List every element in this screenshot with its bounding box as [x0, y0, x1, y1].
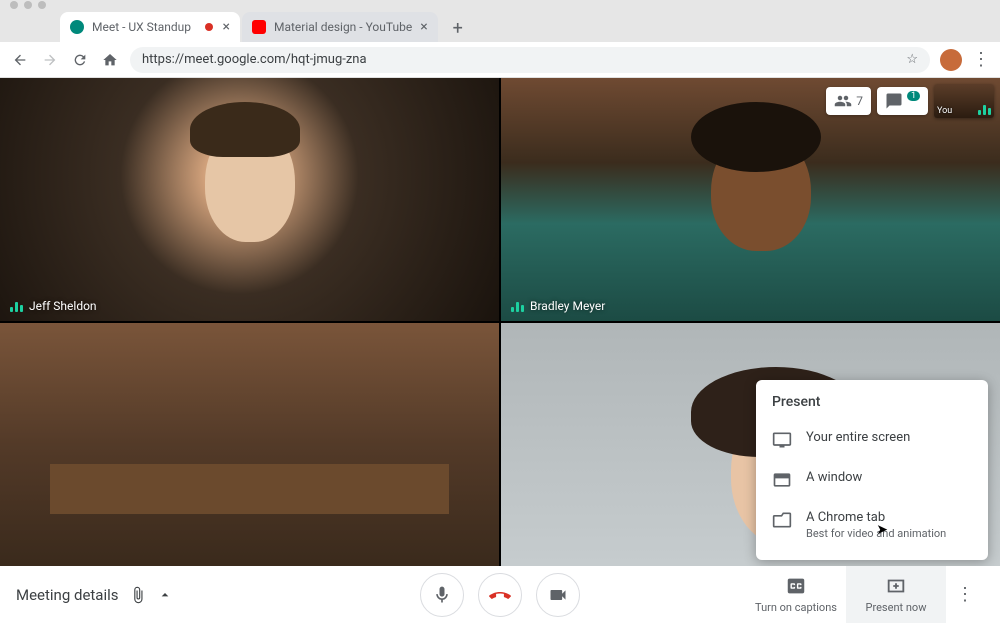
call-controls	[420, 573, 580, 617]
home-button[interactable]	[100, 50, 120, 70]
traffic-light-dot[interactable]	[10, 1, 18, 9]
captions-button[interactable]: Turn on captions	[746, 566, 846, 623]
traffic-light-dot[interactable]	[24, 1, 32, 9]
browser-tabstrip: Meet - UX Standup × Material design - Yo…	[0, 10, 1000, 42]
youtube-favicon-icon	[252, 20, 266, 34]
traffic-light-dot[interactable]	[38, 1, 46, 9]
tab-close-icon[interactable]: ×	[420, 19, 427, 35]
url-text: https://meet.google.com/hqt-jmug-zna	[142, 52, 367, 67]
camera-icon	[548, 585, 568, 605]
tab-title: Meet - UX Standup	[92, 20, 191, 34]
chevron-up-icon	[157, 587, 173, 603]
meet-stage: Jeff Sheldon Bradley Meyer 7	[0, 78, 1000, 566]
people-icon	[834, 92, 852, 110]
forward-button[interactable]	[40, 50, 60, 70]
back-button[interactable]	[10, 50, 30, 70]
mic-icon	[432, 585, 452, 605]
speaking-indicator-icon	[978, 103, 991, 115]
participant-tile[interactable]	[0, 323, 499, 566]
present-option-window[interactable]: A window	[756, 460, 988, 500]
hangup-icon	[488, 583, 512, 607]
tab-icon	[772, 510, 792, 530]
chat-icon	[885, 92, 903, 110]
attachment-icon	[129, 586, 147, 604]
camera-button[interactable]	[536, 573, 580, 617]
browser-tab[interactable]: Material design - YouTube ×	[242, 12, 438, 42]
self-label: You	[937, 106, 952, 116]
window-titlebar	[0, 0, 1000, 10]
present-now-button[interactable]: Present now	[846, 566, 946, 623]
window-icon	[772, 470, 792, 490]
browser-tab-active[interactable]: Meet - UX Standup ×	[60, 12, 240, 42]
participants-button[interactable]: 7	[826, 87, 871, 115]
present-icon	[885, 575, 907, 597]
address-bar[interactable]: https://meet.google.com/hqt-jmug-zna ☆	[130, 47, 930, 73]
monitor-icon	[772, 430, 792, 450]
tab-title: Material design - YouTube	[274, 20, 412, 34]
participant-name-label: Bradley Meyer	[511, 299, 605, 313]
speaking-indicator-icon	[10, 300, 23, 312]
present-menu-title: Present	[756, 394, 988, 420]
hang-up-button[interactable]	[478, 573, 522, 617]
browser-toolbar: https://meet.google.com/hqt-jmug-zna ☆ ⋮	[0, 42, 1000, 78]
recording-indicator-icon	[205, 23, 213, 31]
meet-top-overlay: 7 1 You	[826, 84, 994, 118]
meet-favicon-icon	[70, 20, 84, 34]
meeting-details-button[interactable]: Meeting details	[16, 586, 173, 604]
mute-mic-button[interactable]	[420, 573, 464, 617]
participants-count: 7	[856, 94, 863, 108]
profile-avatar[interactable]	[940, 49, 962, 71]
present-option-entire-screen[interactable]: Your entire screen	[756, 420, 988, 460]
more-options-button[interactable]: ⋮	[946, 584, 984, 605]
bookmark-star-icon[interactable]: ☆	[906, 52, 918, 67]
participant-tile[interactable]: Jeff Sheldon	[0, 78, 499, 321]
meet-bottom-bar: Meeting details Turn on captions Present…	[0, 566, 1000, 623]
participant-name-label: Jeff Sheldon	[10, 299, 97, 313]
self-view-thumbnail[interactable]: You	[934, 84, 994, 118]
present-menu-popup: Present Your entire screen A window A Ch…	[756, 380, 988, 560]
reload-button[interactable]	[70, 50, 90, 70]
chat-badge: 1	[907, 91, 920, 101]
tab-close-icon[interactable]: ×	[223, 19, 230, 35]
new-tab-button[interactable]: +	[446, 16, 470, 40]
present-option-chrome-tab[interactable]: A Chrome tab Best for video and animatio…	[756, 500, 988, 550]
closed-caption-icon	[785, 575, 807, 597]
speaking-indicator-icon	[511, 300, 524, 312]
browser-menu-button[interactable]: ⋮	[972, 49, 990, 70]
chat-button[interactable]: 1	[877, 87, 928, 115]
